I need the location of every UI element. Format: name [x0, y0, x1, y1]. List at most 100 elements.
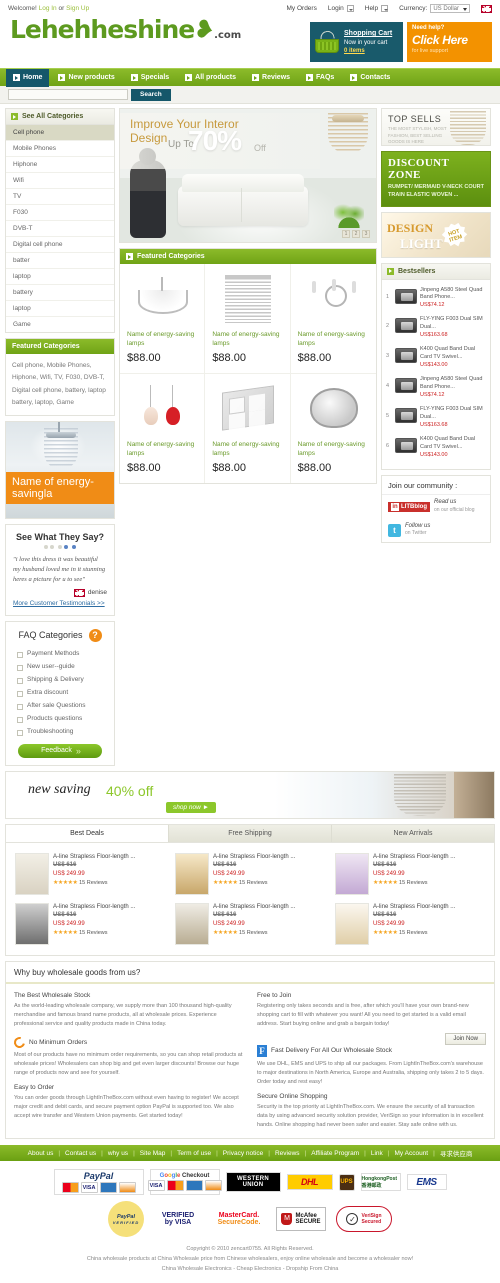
- deal-reviews[interactable]: 15 Reviews: [79, 880, 107, 886]
- bestseller-name[interactable]: K400 Quad Band Dual Card TV Swivel...: [420, 436, 475, 450]
- bestseller-name[interactable]: FLY-YING F003 Dual SIM Dual...: [420, 406, 483, 420]
- faq-item-products-questions[interactable]: Products questions: [17, 712, 107, 725]
- pager-dot-active[interactable]: [64, 545, 68, 550]
- currency-select[interactable]: US Dollar: [430, 4, 470, 13]
- footer-link-site-map[interactable]: Site Map: [140, 1150, 166, 1157]
- login-link[interactable]: Log In: [39, 5, 57, 12]
- sidebar-item-hiphone[interactable]: Hiphone: [6, 157, 114, 173]
- featured-categories-text[interactable]: Cell phone, Mobile Phones, Hiphone, Wifi…: [6, 354, 114, 415]
- categories-header[interactable]: See All Categories: [6, 109, 114, 125]
- footer-link-privacy-notice[interactable]: Privacy notice: [223, 1150, 263, 1157]
- bestseller-name[interactable]: Jinpeng A580 Steel Quad Band Phone...: [420, 287, 482, 301]
- pager-dot[interactable]: [50, 545, 55, 550]
- nav-item-all-products[interactable]: All products: [178, 69, 243, 87]
- more-testimonials-link[interactable]: More Customer Testimonials >>: [13, 600, 107, 607]
- faq-item-payment-methods[interactable]: Payment Methods: [17, 647, 107, 660]
- deal-card[interactable]: A-line Strapless Floor-length ... US$ 61…: [170, 849, 330, 899]
- deal-reviews[interactable]: 15 Reviews: [79, 930, 107, 936]
- new-saving-banner[interactable]: new saving 40% off shop now ►: [5, 770, 495, 819]
- sidebar-item-mobile-phones[interactable]: Mobile Phones: [6, 141, 114, 157]
- twitter-link-row[interactable]: t Follow us on Twitter: [382, 519, 490, 543]
- list-item[interactable]: 2 FLY-YING F003 Dual SIM Dual... US$163.…: [386, 313, 486, 343]
- sidebar-item-f030[interactable]: F030: [6, 205, 114, 221]
- shop-now-button[interactable]: shop now ►: [166, 801, 217, 813]
- hero-slide-pager[interactable]: 1 2 3: [342, 230, 370, 238]
- blog-link-row[interactable]: in LITBblog Read us on our official blog: [382, 495, 490, 519]
- list-item[interactable]: 1 Jinpeng A580 Steel Quad Band Phone... …: [386, 284, 486, 314]
- sidebar-item-battery[interactable]: battery: [6, 285, 114, 301]
- discount-zone-banner[interactable]: DISCOUNT ZONE RUMPET/ MERMAID V-NECK COU…: [381, 151, 491, 207]
- deal-card[interactable]: A-line Strapless Floor-length ... US$ 61…: [170, 899, 330, 949]
- footer-link-about-us[interactable]: About us: [28, 1150, 54, 1157]
- deal-reviews[interactable]: 15 Reviews: [399, 880, 427, 886]
- footer-link-why-us[interactable]: why us: [108, 1150, 128, 1157]
- product-name[interactable]: Name of energy-saving lamps: [127, 440, 198, 459]
- hero-slide-1[interactable]: 1: [342, 230, 350, 238]
- deal-reviews[interactable]: 15 Reviews: [239, 930, 267, 936]
- faq-item-extra-discount[interactable]: Extra discount: [17, 686, 107, 699]
- help-menu[interactable]: Help: [365, 5, 389, 12]
- product-name[interactable]: Name of energy-saving lamps: [127, 330, 198, 349]
- sidebar-item-digital-cell-phone[interactable]: Digital cell phone: [6, 237, 114, 253]
- tab-new-arrivals[interactable]: New Arrivals: [332, 824, 494, 842]
- currency-selector[interactable]: Currency: US Dollar: [399, 4, 470, 13]
- sidebar-item-tv[interactable]: TV: [6, 189, 114, 205]
- uk-flag-icon[interactable]: [481, 4, 492, 13]
- search-input[interactable]: [8, 89, 128, 100]
- deal-name[interactable]: A-line Strapless Floor-length ...: [213, 903, 295, 912]
- footer-link-term-of-use[interactable]: Term of use: [177, 1150, 211, 1157]
- sidebar-item-game[interactable]: Game: [6, 317, 114, 332]
- product-card[interactable]: Name of energy-saving lamps $88.00: [205, 373, 291, 483]
- search-button[interactable]: Search: [131, 88, 171, 101]
- hero-slide-2[interactable]: 2: [352, 230, 360, 238]
- nav-item-home[interactable]: Home: [6, 68, 50, 87]
- nav-item-new-products[interactable]: New products: [51, 69, 121, 87]
- testimonial-pager[interactable]: [13, 544, 107, 551]
- product-name[interactable]: Name of energy-saving lamps: [212, 330, 283, 349]
- footer-link-my-account[interactable]: My Account: [395, 1150, 429, 1157]
- sidebar-promo-banner[interactable]: Name of energy-savingla: [5, 421, 115, 520]
- nav-item-contacts[interactable]: Contacts: [343, 69, 397, 87]
- pager-dot[interactable]: [58, 545, 62, 550]
- product-card[interactable]: Name of energy-saving lamps $88.00: [120, 264, 206, 374]
- bestseller-name[interactable]: Jinpeng A580 Steel Quad Band Phone...: [420, 376, 482, 390]
- live-support-box[interactable]: Need help? Click Here for live support: [407, 22, 492, 62]
- sidebar-item-wifi[interactable]: Wifi: [6, 173, 114, 189]
- list-item[interactable]: 3 K400 Quad Band Dual Card TV Swivel... …: [386, 343, 486, 373]
- feedback-button[interactable]: Feedback »: [18, 743, 102, 758]
- product-name[interactable]: Name of energy-saving lamps: [298, 440, 370, 459]
- list-item[interactable]: 4 Jinpeng A580 Steel Quad Band Phone... …: [386, 373, 486, 403]
- footer-link-link[interactable]: Link: [371, 1150, 383, 1157]
- deal-card[interactable]: A-line Strapless Floor-length ... US$ 61…: [330, 899, 490, 949]
- shopping-cart-box[interactable]: Shopping Cart Now in your cart 0 items: [310, 22, 403, 62]
- sidebar-item-batter[interactable]: batter: [6, 253, 114, 269]
- product-card[interactable]: Name of energy-saving lamps $88.00: [120, 373, 206, 483]
- sidebar-item-dvbt[interactable]: DVB-T: [6, 221, 114, 237]
- deal-card[interactable]: A-line Strapless Floor-length ... US$ 61…: [330, 849, 490, 899]
- footer-link-supplier-cn[interactable]: 寻求供应商: [440, 1148, 473, 1158]
- faq-item-after-sale-questions[interactable]: After sale Questions: [17, 699, 107, 712]
- product-name[interactable]: Name of energy-saving lamps: [212, 440, 283, 459]
- list-item[interactable]: 5 FLY-YING F003 Dual SIM Dual... US$163.…: [386, 403, 486, 433]
- deal-name[interactable]: A-line Strapless Floor-length ...: [373, 853, 455, 862]
- bestseller-name[interactable]: FLY-YING F003 Dual SIM Dual...: [420, 316, 483, 330]
- nav-item-reviews[interactable]: Reviews: [245, 69, 297, 87]
- deal-name[interactable]: A-line Strapless Floor-length ...: [53, 853, 135, 862]
- deal-name[interactable]: A-line Strapless Floor-length ...: [53, 903, 135, 912]
- deal-name[interactable]: A-line Strapless Floor-length ...: [213, 853, 295, 862]
- list-item[interactable]: 6 K400 Quad Band Dual Card TV Swivel... …: [386, 433, 486, 463]
- hero-slide-3[interactable]: 3: [362, 230, 370, 238]
- product-card[interactable]: Name of energy-saving lamps $88.00: [290, 264, 376, 374]
- tab-best-deals[interactable]: Best Deals: [6, 824, 169, 842]
- design-light-banner[interactable]: DESIGN LIGHT HOT ITEM: [381, 211, 491, 258]
- product-card[interactable]: Name of energy-saving lamps $88.00: [291, 374, 376, 483]
- faq-item-new-user-guide[interactable]: New user--guide: [17, 660, 107, 673]
- hero-banner[interactable]: Improve Your Interor Design Up To 70% Of…: [119, 108, 377, 243]
- top-sells-banner[interactable]: TOP SELLS THE MOST STYLISH, MOST FASHION…: [381, 108, 491, 146]
- cart-item-count[interactable]: 0 items: [344, 47, 392, 55]
- join-now-button[interactable]: Join Now: [445, 1032, 486, 1045]
- pager-dot[interactable]: [71, 545, 76, 550]
- faq-item-shipping-delivery[interactable]: Shipping & Delivery: [17, 673, 107, 686]
- my-orders-link[interactable]: My Orders: [287, 5, 317, 12]
- deal-reviews[interactable]: 15 Reviews: [239, 880, 267, 886]
